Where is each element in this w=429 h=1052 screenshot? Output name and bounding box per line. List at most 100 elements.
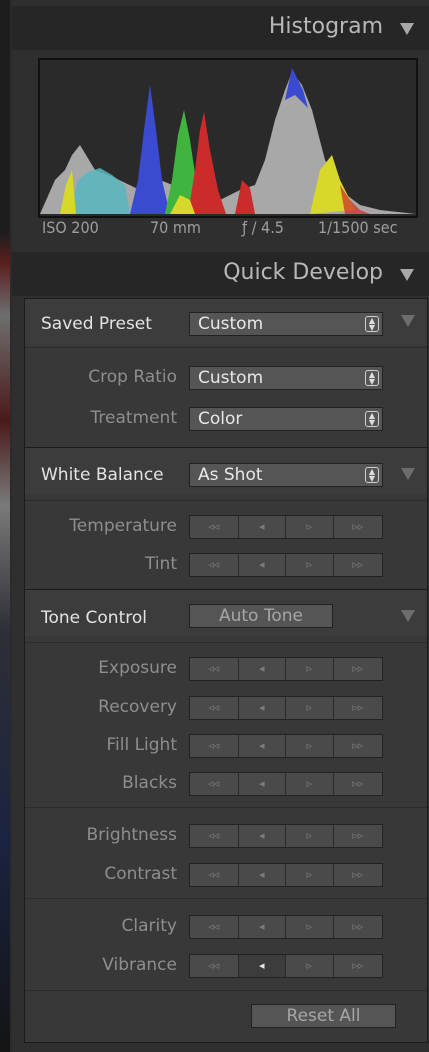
decrease-button[interactable]: ◂ <box>238 735 287 757</box>
big-increase-button[interactable]: ▹▹ <box>333 916 383 938</box>
quick-develop-header[interactable]: Quick Develop <box>12 252 429 296</box>
treatment-value: Color <box>198 409 243 429</box>
expand-triangle-icon[interactable] <box>401 468 415 480</box>
vibrance-stepper[interactable]: ◃◃ ◂ ▹ ▹▹ <box>189 954 383 978</box>
big-decrease-button[interactable]: ◃◃ <box>190 955 239 977</box>
saved-preset-value: Custom <box>198 314 264 334</box>
temperature-label: Temperature <box>69 516 177 536</box>
divider <box>25 500 427 501</box>
updown-arrows-icon: ▲ ▼ <box>365 370 379 386</box>
blacks-stepper[interactable]: ◃◃ ◂ ▹ ▹▹ <box>189 772 383 796</box>
saved-preset-group: Saved Preset Custom ▲ ▼ Crop Ratio Custom… <box>24 298 428 448</box>
tone-control-label: Tone Control <box>41 608 147 628</box>
big-decrease-button[interactable]: ◃◃ <box>190 554 239 576</box>
saved-preset-label: Saved Preset <box>41 314 152 334</box>
increase-button[interactable]: ▹ <box>286 554 334 576</box>
tone-control-group: Tone Control Auto Tone Exposure ◃◃ ◂ ▹ ▹… <box>24 589 428 1043</box>
divider <box>25 642 427 643</box>
decrease-button[interactable]: ◂ <box>238 773 287 795</box>
saved-preset-select[interactable]: Custom ▲ ▼ <box>189 312 383 336</box>
white-balance-label: White Balance <box>41 465 164 485</box>
reset-all-button[interactable]: Reset All <box>251 1004 396 1028</box>
white-balance-value: As Shot <box>198 465 263 485</box>
increase-button[interactable]: ▹ <box>286 864 334 886</box>
expand-triangle-icon[interactable] <box>401 610 415 622</box>
increase-button[interactable]: ▹ <box>286 825 334 847</box>
clarity-label: Clarity <box>121 916 177 936</box>
big-decrease-button[interactable]: ◃◃ <box>190 658 239 680</box>
decrease-button[interactable]: ◂ <box>238 825 287 847</box>
increase-button[interactable]: ▹ <box>286 916 334 938</box>
blacks-label: Blacks <box>122 773 177 793</box>
contrast-stepper[interactable]: ◃◃ ◂ ▹ ▹▹ <box>189 863 383 887</box>
expand-triangle-icon[interactable] <box>401 315 415 327</box>
treatment-label: Treatment <box>90 408 177 428</box>
big-decrease-button[interactable]: ◃◃ <box>190 516 239 538</box>
right-panel: Histogram ISO 200 70 mm ƒ / 4.5 1/1500 s… <box>12 0 429 1052</box>
treatment-select[interactable]: Color ▲ ▼ <box>189 407 383 431</box>
big-decrease-button[interactable]: ◃◃ <box>190 773 239 795</box>
histogram-title: Histogram <box>268 14 383 39</box>
crop-ratio-select[interactable]: Custom ▲ ▼ <box>189 366 383 390</box>
decrease-button[interactable]: ◂ <box>238 955 287 977</box>
big-decrease-button[interactable]: ◃◃ <box>190 735 239 757</box>
histogram-graph[interactable] <box>38 58 418 218</box>
fill-light-stepper[interactable]: ◃◃ ◂ ▹ ▹▹ <box>189 734 383 758</box>
decrease-button[interactable]: ◂ <box>238 864 287 886</box>
exif-shutter: 1/1500 sec <box>318 218 398 237</box>
brightness-label: Brightness <box>86 825 177 845</box>
white-balance-group: White Balance As Shot ▲ ▼ Temperature ◃◃ … <box>24 447 428 590</box>
crop-ratio-label: Crop Ratio <box>88 367 177 387</box>
big-increase-button[interactable]: ▹▹ <box>333 955 383 977</box>
vibrance-label: Vibrance <box>102 955 177 975</box>
big-decrease-button[interactable]: ◃◃ <box>190 697 239 719</box>
brightness-stepper[interactable]: ◃◃ ◂ ▹ ▹▹ <box>189 824 383 848</box>
increase-button[interactable]: ▹ <box>286 658 334 680</box>
crop-ratio-value: Custom <box>198 368 264 388</box>
big-increase-button[interactable]: ▹▹ <box>333 735 383 757</box>
collapse-triangle-icon[interactable] <box>400 23 414 35</box>
collapse-triangle-icon[interactable] <box>400 269 414 281</box>
exif-focal-length: 70 mm <box>150 218 201 237</box>
exposure-stepper[interactable]: ◃◃ ◂ ▹ ▹▹ <box>189 657 383 681</box>
increase-button[interactable]: ▹ <box>286 516 334 538</box>
big-increase-button[interactable]: ▹▹ <box>333 554 383 576</box>
big-increase-button[interactable]: ▹▹ <box>333 773 383 795</box>
histogram-header[interactable]: Histogram <box>12 6 429 50</box>
divider <box>25 347 427 348</box>
photo-edge-strip <box>0 0 10 1052</box>
decrease-button[interactable]: ◂ <box>238 658 287 680</box>
big-decrease-button[interactable]: ◃◃ <box>190 825 239 847</box>
big-increase-button[interactable]: ▹▹ <box>333 658 383 680</box>
tint-stepper[interactable]: ◃◃ ◂ ▹ ▹▹ <box>189 553 383 577</box>
clarity-stepper[interactable]: ◃◃ ◂ ▹ ▹▹ <box>189 915 383 939</box>
recovery-stepper[interactable]: ◃◃ ◂ ▹ ▹▹ <box>189 696 383 720</box>
quick-develop-title: Quick Develop <box>223 260 383 285</box>
decrease-button[interactable]: ◂ <box>238 916 287 938</box>
big-increase-button[interactable]: ▹▹ <box>333 697 383 719</box>
white-balance-select[interactable]: As Shot ▲ ▼ <box>189 463 383 487</box>
divider <box>25 990 427 991</box>
big-decrease-button[interactable]: ◃◃ <box>190 864 239 886</box>
increase-button[interactable]: ▹ <box>286 735 334 757</box>
updown-arrows-icon: ▲ ▼ <box>365 316 379 332</box>
fill-light-label: Fill Light <box>106 735 177 755</box>
auto-tone-button[interactable]: Auto Tone <box>189 604 333 628</box>
updown-arrows-icon: ▲ ▼ <box>365 467 379 483</box>
temperature-stepper[interactable]: ◃◃ ◂ ▹ ▹▹ <box>189 515 383 539</box>
divider <box>25 807 427 808</box>
updown-arrows-icon: ▲ ▼ <box>365 411 379 427</box>
big-increase-button[interactable]: ▹▹ <box>333 825 383 847</box>
decrease-button[interactable]: ◂ <box>238 697 287 719</box>
big-increase-button[interactable]: ▹▹ <box>333 864 383 886</box>
increase-button[interactable]: ▹ <box>286 697 334 719</box>
big-increase-button[interactable]: ▹▹ <box>333 516 383 538</box>
decrease-button[interactable]: ◂ <box>238 516 287 538</box>
exif-aperture: ƒ / 4.5 <box>242 218 284 237</box>
exposure-label: Exposure <box>98 658 177 678</box>
big-decrease-button[interactable]: ◃◃ <box>190 916 239 938</box>
decrease-button[interactable]: ◂ <box>238 554 287 576</box>
increase-button[interactable]: ▹ <box>286 955 334 977</box>
increase-button[interactable]: ▹ <box>286 773 334 795</box>
tint-label: Tint <box>144 554 177 574</box>
